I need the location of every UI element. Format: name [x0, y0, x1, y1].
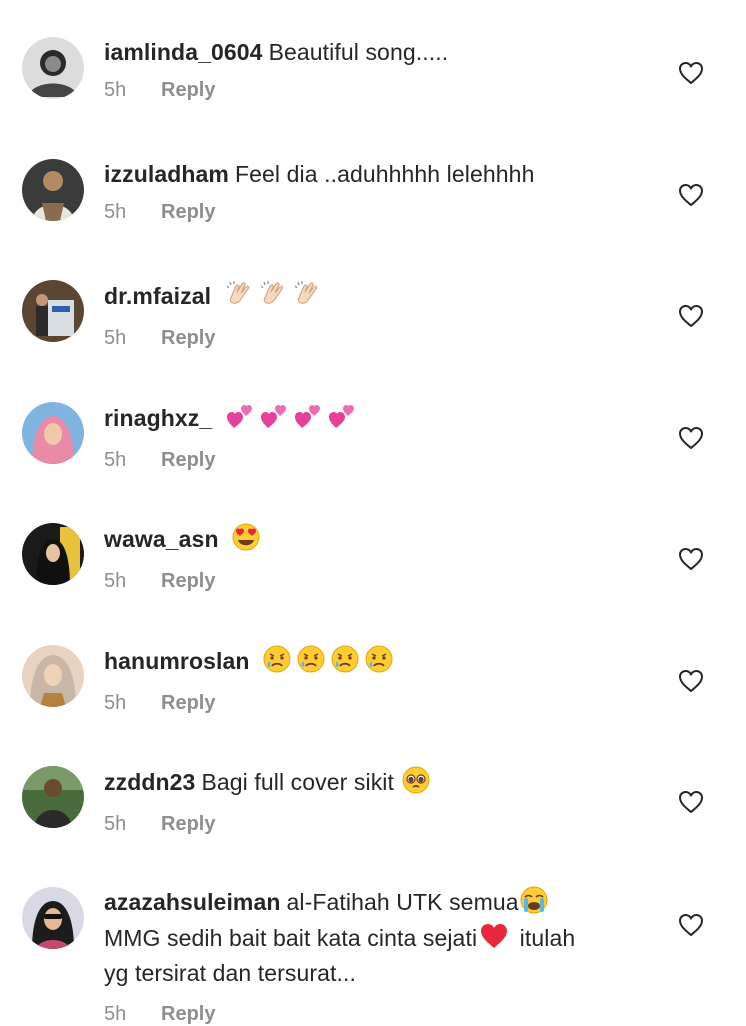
comment-meta: 5h Reply	[104, 570, 606, 593]
comment-text: izzuladham Feel dia ..aduhhhhh lelehhhh	[104, 159, 606, 189]
crying-face-emoji	[262, 645, 292, 680]
comment-timestamp: 5h	[104, 201, 127, 223]
pleading-face-emoji	[401, 766, 431, 801]
clapping-hands-emoji	[258, 280, 288, 315]
comment-username[interactable]: dr.mfaizal	[104, 283, 211, 309]
avatar[interactable]	[22, 523, 84, 585]
reply-button[interactable]: Reply	[161, 79, 215, 102]
comment-username[interactable]: wawa_asn	[104, 526, 219, 552]
comment-username[interactable]: zzddn23	[104, 769, 195, 795]
avatar[interactable]	[22, 402, 84, 464]
crying-face-emoji	[330, 645, 360, 680]
comment-meta: 5h Reply	[104, 449, 606, 472]
comment-username[interactable]: izzuladham	[104, 161, 229, 187]
heart-outline-icon[interactable]	[678, 61, 704, 85]
avatar[interactable]	[22, 280, 84, 342]
comment-text: dr.mfaizal	[104, 280, 606, 315]
heart-outline-icon[interactable]	[678, 669, 704, 693]
comment-meta: 5h Reply	[104, 1003, 606, 1026]
comment-body: hanumroslan 5h Reply	[104, 645, 606, 715]
two-hearts-emoji	[293, 402, 323, 437]
comment-timestamp: 5h	[104, 570, 127, 592]
reply-button[interactable]: Reply	[161, 813, 215, 836]
comment-message: Feel dia ..aduhhhhh lelehhhh	[234, 161, 535, 187]
avatar[interactable]	[22, 37, 84, 99]
heart-outline-icon[interactable]	[678, 304, 704, 328]
comment-message: al-Fatihah UTK semua	[286, 889, 519, 915]
comment-meta: 5h Reply	[104, 813, 606, 836]
comment-username[interactable]: hanumroslan	[104, 648, 250, 674]
comment-body: rinaghxz_ 5h Reply	[104, 402, 606, 472]
comment-username[interactable]: rinaghxz_	[104, 405, 212, 431]
reply-button[interactable]: Reply	[161, 449, 215, 472]
heart-eyes-emoji	[231, 523, 261, 558]
heart-outline-icon[interactable]	[678, 913, 704, 937]
comment-text: zzddn23 Bagi full cover sikit	[104, 766, 606, 801]
comment-meta: 5h Reply	[104, 201, 606, 224]
reply-button[interactable]: Reply	[161, 1003, 215, 1026]
comment-meta: 5h Reply	[104, 79, 606, 102]
comment-text: hanumroslan	[104, 645, 606, 680]
heart-outline-icon[interactable]	[678, 426, 704, 450]
clapping-hands-emoji	[224, 280, 254, 315]
comment-message-line-2: MMG sedih bait bait kata cinta sejati	[104, 925, 478, 951]
comment-meta: 5h Reply	[104, 327, 606, 350]
comment-text: iamlinda_0604 Beautiful song.....	[104, 37, 606, 67]
comment-body: wawa_asn 5h Reply	[104, 523, 606, 593]
reply-button[interactable]: Reply	[161, 201, 215, 224]
comment-username[interactable]: iamlinda_0604	[104, 39, 263, 65]
comment-username[interactable]: azazahsuleiman	[104, 889, 281, 915]
two-hearts-emoji	[225, 402, 255, 437]
comment-meta: 5h Reply	[104, 692, 606, 715]
avatar[interactable]	[22, 887, 84, 949]
comment-text: wawa_asn	[104, 523, 606, 558]
comment-body: dr.mfaizal 5h Reply	[104, 280, 606, 350]
crying-face-emoji	[364, 645, 394, 680]
loudly-crying-face-emoji	[519, 886, 549, 922]
comment-text: azazahsuleiman al-Fatihah UTK semua MMG s…	[104, 886, 606, 989]
comment-timestamp: 5h	[104, 1003, 127, 1025]
reply-button[interactable]: Reply	[161, 327, 215, 350]
crying-face-emoji	[296, 645, 326, 680]
heart-outline-icon[interactable]	[678, 790, 704, 814]
comment-message: Bagi full cover sikit	[201, 769, 394, 795]
comment-body: azazahsuleiman al-Fatihah UTK semua MMG s…	[104, 886, 606, 1026]
avatar[interactable]	[22, 766, 84, 828]
reply-button[interactable]: Reply	[161, 692, 215, 715]
avatar[interactable]	[22, 159, 84, 221]
comment-body: izzuladham Feel dia ..aduhhhhh lelehhhh 5…	[104, 159, 606, 224]
comment-body: iamlinda_0604 Beautiful song..... 5h Repl…	[104, 37, 606, 102]
comment-timestamp: 5h	[104, 327, 127, 349]
clapping-hands-emoji	[292, 280, 322, 315]
two-hearts-emoji	[327, 402, 357, 437]
comment-timestamp: 5h	[104, 813, 127, 835]
comment-body: zzddn23 Bagi full cover sikit 5h Reply	[104, 766, 606, 836]
comment-timestamp: 5h	[104, 449, 127, 471]
red-heart-emoji	[479, 922, 509, 958]
comment-message: Beautiful song.....	[268, 39, 449, 65]
heart-outline-icon[interactable]	[678, 183, 704, 207]
comment-timestamp: 5h	[104, 79, 127, 101]
avatar[interactable]	[22, 645, 84, 707]
comment-timestamp: 5h	[104, 692, 127, 714]
reply-button[interactable]: Reply	[161, 570, 215, 593]
comment-text: rinaghxz_	[104, 402, 606, 437]
heart-outline-icon[interactable]	[678, 547, 704, 571]
two-hearts-emoji	[259, 402, 289, 437]
